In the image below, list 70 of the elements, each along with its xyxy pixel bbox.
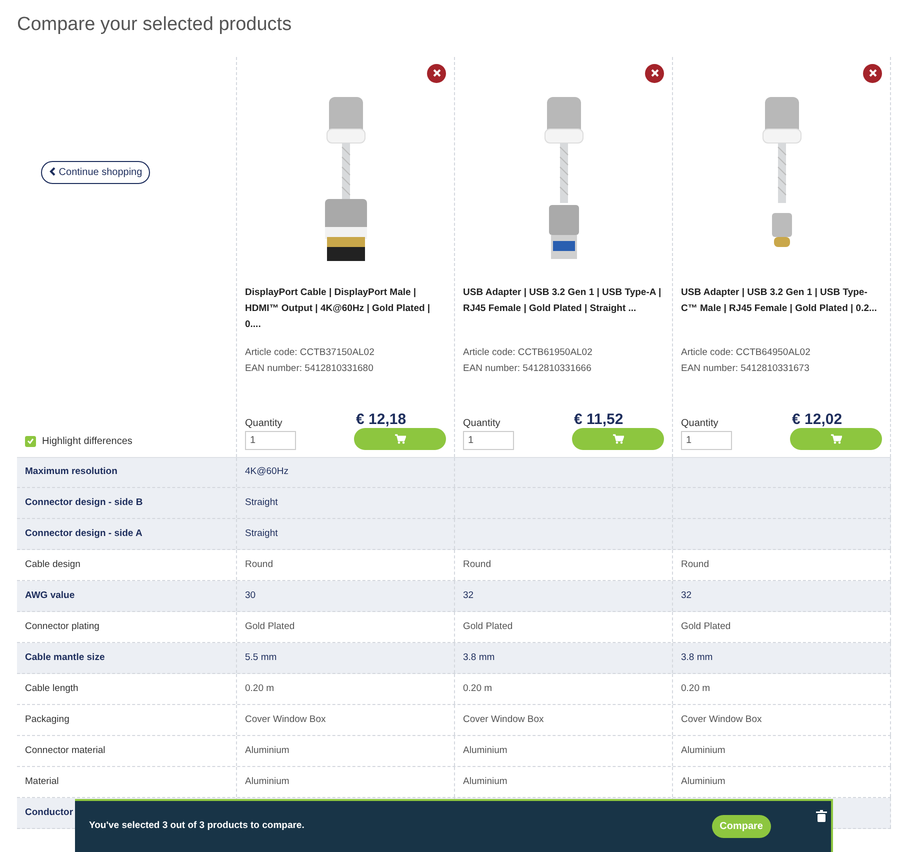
remove-icon[interactable] [863,64,882,83]
quantity-field[interactable]: 1 [463,430,514,450]
spec-value: Aluminium [245,774,290,789]
spec-value: Aluminium [463,744,508,758]
article-code: Article code: CCTB37150AL02 [245,346,376,360]
spec-value: Round [245,558,273,572]
spec-label: Cable length [25,682,78,696]
spec-value: Cover Window Box [463,712,544,727]
quantity-label: Quantity [681,416,720,431]
remove-icon[interactable] [427,64,446,83]
ean-number: EAN number: 5412810331666 [463,362,592,376]
spec-value: Aluminium [681,744,726,758]
spec-label: Material [25,774,59,789]
spec-value: Cover Window Box [681,712,762,727]
spec-value: Aluminium [245,744,290,758]
page-title: Compare your selected products [17,14,293,37]
chevron-left-icon [49,166,56,176]
article-code: Article code: CCTB64950AL02 [681,346,812,360]
spec-value: 3.8 mm [681,650,713,665]
price: € 12,02 [791,412,844,428]
spec-value: Round [463,558,491,572]
price: € 12,18 [355,412,408,428]
spec-value: 0.20 m [463,682,492,696]
spec-value: Gold Plated [681,620,731,634]
spec-label: Conductor [25,806,74,820]
spec-value: Round [681,558,709,572]
spec-label: Packaging [25,712,70,727]
quantity-field[interactable]: 1 [245,430,296,450]
spec-value: 30 [245,588,256,603]
spec-label: AWG value [25,588,75,603]
trash-icon[interactable] [816,810,827,822]
spec-value: 3.8 mm [463,650,495,665]
spec-value: Gold Plated [463,620,513,634]
spec-value: Aluminium [463,774,508,789]
ean-number: EAN number: 5412810331680 [245,362,374,376]
spec-value: 32 [463,588,474,603]
quantity-label: Quantity [245,416,284,431]
spec-value: 32 [681,588,692,603]
remove-icon[interactable] [645,64,664,83]
cart-icon [394,434,406,444]
spec-label: Connector plating [25,620,100,634]
spec-value: Straight [245,496,278,510]
price: € 11,52 [573,412,624,428]
spec-value: 4K@60Hz [245,465,288,480]
cart-icon [830,434,842,444]
spec-value: 5.5 mm [245,650,277,665]
quantity-field[interactable]: 1 [681,430,732,450]
spec-label: Connector design - side B [25,496,143,510]
checkbox[interactable] [25,436,36,447]
compare-message: You've selected 3 out of 3 products to compare. [89,819,304,834]
product-title[interactable]: DisplayPort Cable | DisplayPort Male | HDMI™ Output | 4K@60Hz | Gold Plated | 0.... [245,284,446,333]
checkbox-label: Highlight differences [42,434,132,449]
spec-label: Maximum resolution [25,465,118,480]
cart-icon [612,434,624,444]
spec-label: Cable design [25,558,80,572]
spec-label: Connector design - side A [25,526,142,541]
spec-label: Connector material [25,744,106,758]
spec-value: Aluminium [681,774,726,789]
spec-value: Cover Window Box [245,712,326,727]
article-code: Article code: CCTB61950AL02 [463,346,594,360]
ean-number: EAN number: 5412810331673 [681,362,810,376]
product-title[interactable]: USB Adapter | USB 3.2 Gen 1 | USB Type-C™ Male | RJ45 Female | Gold Plated | 0.2... [681,284,882,333]
spec-value: Gold Plated [245,620,295,634]
spec-value: 0.20 m [245,682,274,696]
spec-value: Straight [245,526,278,541]
spec-label: Cable mantle size [25,650,105,665]
continue-shopping-button[interactable]: Continue shopping [41,160,150,184]
spec-value: 0.20 m [681,682,710,696]
quantity-label: Quantity [463,416,502,431]
product-title[interactable]: USB Adapter | USB 3.2 Gen 1 | USB Type-A | RJ45 Female | Gold Plated | Straight ... [463,284,664,333]
